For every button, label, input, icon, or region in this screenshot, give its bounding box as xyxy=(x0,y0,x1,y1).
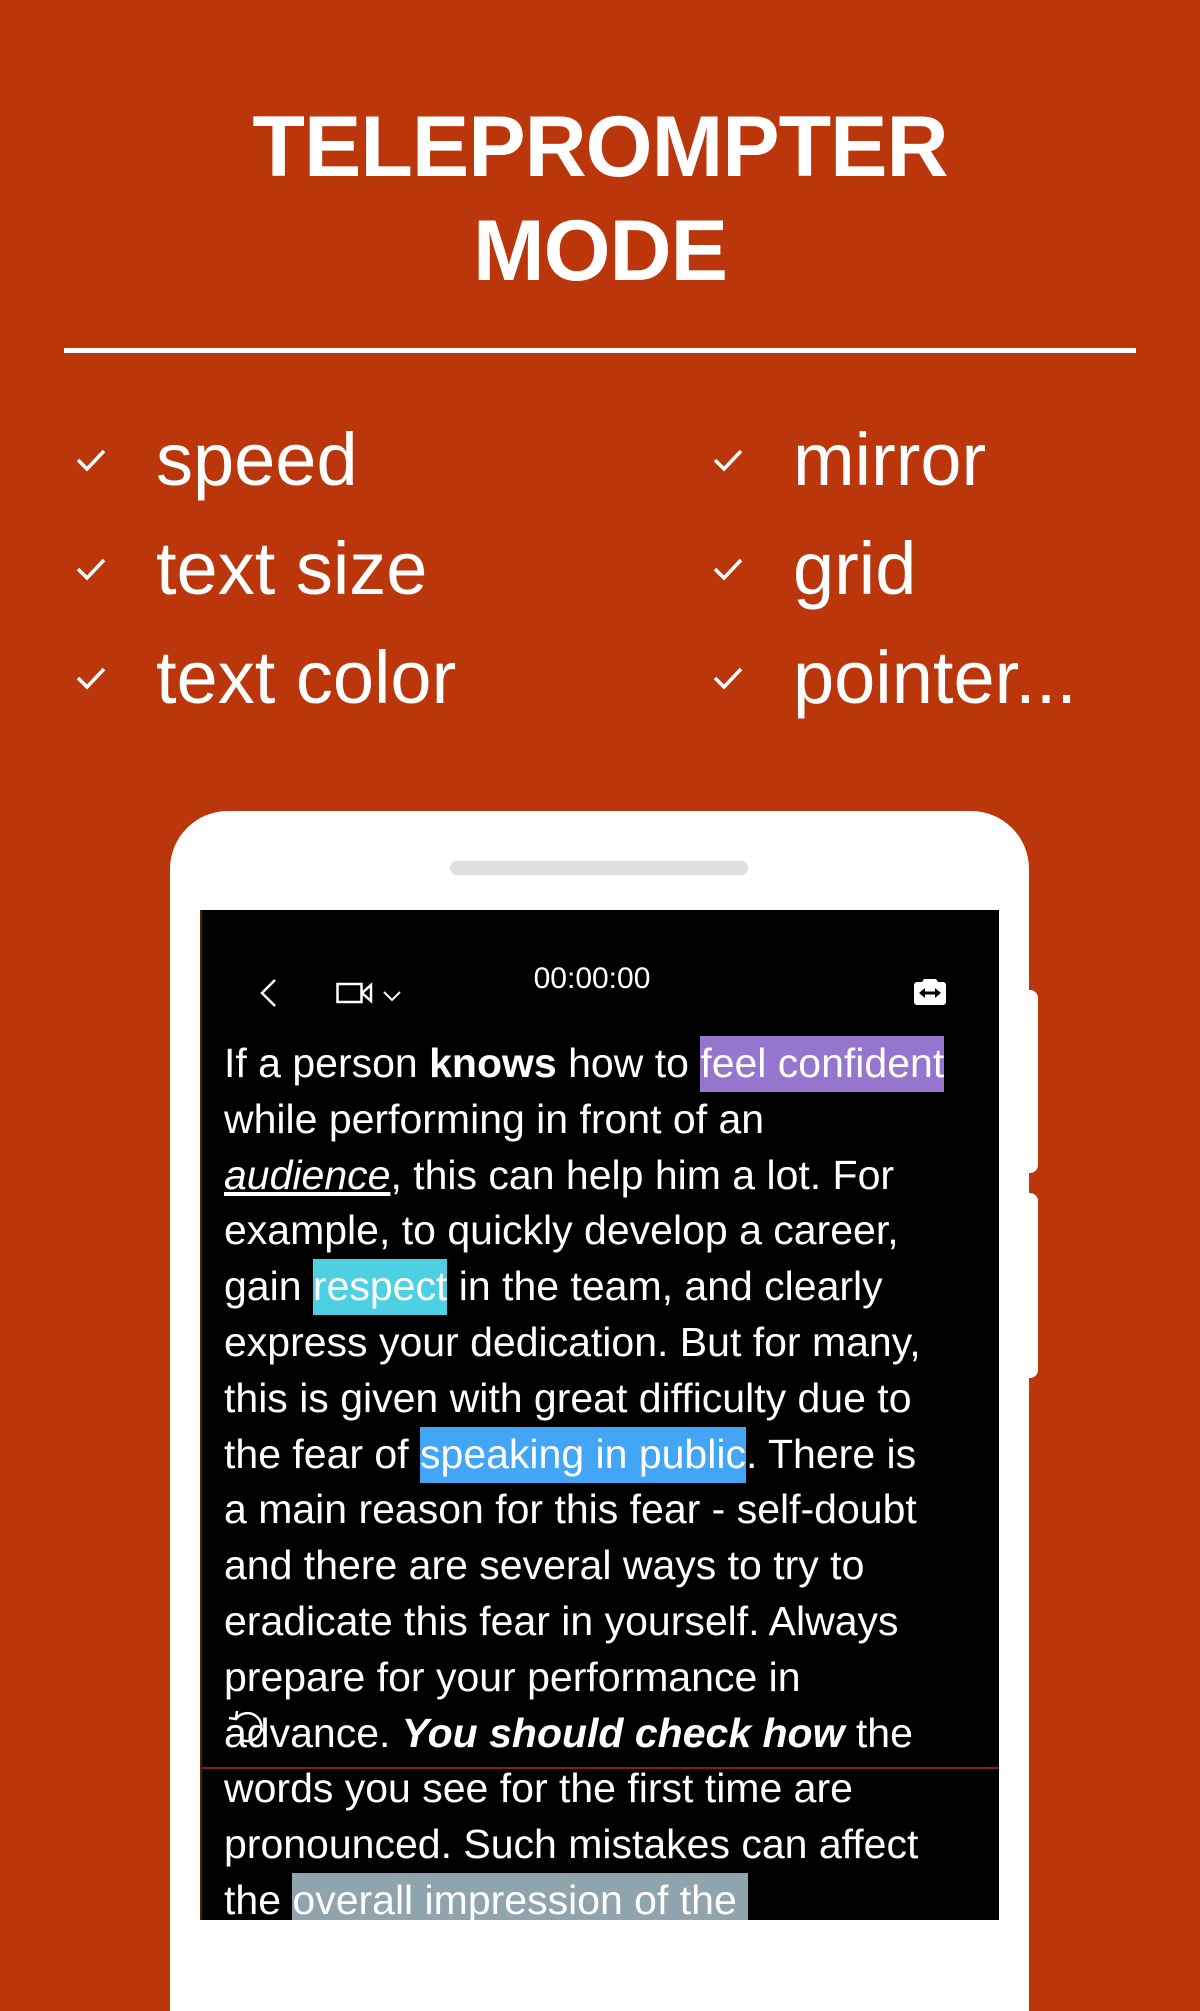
script-line: the overall impression of the xyxy=(224,1872,994,1920)
script-line: and there are several ways to try to xyxy=(224,1542,865,1589)
teleprompter-screen: 00:00:00 If a person knows how to feel c… xyxy=(200,910,999,1920)
feature-item-speed: speed xyxy=(74,405,358,514)
title-divider xyxy=(64,348,1136,353)
check-icon xyxy=(74,663,108,693)
script-line: this is given with great difficulty due … xyxy=(224,1374,912,1421)
feature-label: mirror xyxy=(793,418,987,501)
script-text: the xyxy=(224,1876,293,1920)
check-icon xyxy=(711,554,745,584)
script-line: If a person knows how to feel confident xyxy=(224,1036,994,1092)
feature-label: text size xyxy=(156,527,428,610)
script-text: . There is xyxy=(745,1430,917,1477)
feature-label: speed xyxy=(156,418,358,501)
script-bold: knows xyxy=(429,1040,557,1086)
teleprompter-script[interactable]: If a person knows how to feel confident … xyxy=(224,1036,994,1920)
script-line: example, to quickly develop a career, xyxy=(224,1207,899,1254)
pointer-line xyxy=(202,1767,999,1769)
script-line: express your dedication. But for many, xyxy=(224,1318,921,1365)
script-text: the fear of xyxy=(224,1430,421,1477)
check-icon xyxy=(711,663,745,693)
script-line: words you see for the first time are xyxy=(224,1765,853,1812)
script-line: pronounced. Such mistakes can affect xyxy=(224,1821,919,1868)
feature-label: pointer... xyxy=(793,636,1077,719)
feature-item-mirror: mirror xyxy=(711,405,986,514)
camera-flip-icon[interactable] xyxy=(913,976,947,1011)
script-text: the xyxy=(844,1709,913,1756)
highlight-gray: overall impression of the xyxy=(292,1872,749,1920)
script-line: while performing in front of an xyxy=(224,1095,765,1142)
script-line: prepare for your performance in xyxy=(224,1653,801,1700)
script-text: gain xyxy=(224,1263,313,1310)
feature-item-text-size: text size xyxy=(74,514,427,623)
script-text: If a person xyxy=(224,1040,430,1086)
script-bold-italic: You should check how xyxy=(401,1709,845,1756)
feature-item-pointer: pointer... xyxy=(711,623,1077,732)
script-line: eradicate this fear in yourself. Always xyxy=(224,1597,899,1644)
feature-item-grid: grid xyxy=(711,514,916,623)
script-text: in the team, and clearly xyxy=(447,1263,883,1310)
script-text: how to xyxy=(556,1040,701,1086)
script-italic-underline: audience xyxy=(224,1151,391,1198)
script-line: the fear of speaking in public. There is xyxy=(224,1426,994,1483)
page-title: TELEPROMPTER MODE xyxy=(0,95,1200,303)
title-line-1: TELEPROMPTER xyxy=(252,99,948,195)
feature-item-text-color: text color xyxy=(74,623,456,732)
highlight-purple: feel confident xyxy=(700,1036,945,1092)
script-line: audience, this can help him a lot. For xyxy=(224,1148,994,1204)
check-icon xyxy=(711,445,745,475)
phone-speaker xyxy=(450,861,748,875)
feature-label: grid xyxy=(793,527,917,610)
highlight-cyan: respect xyxy=(312,1259,448,1316)
check-icon xyxy=(74,554,108,584)
recording-timer: 00:00:00 xyxy=(533,962,651,995)
feature-list: speed text size text color mirror grid p… xyxy=(0,405,1200,735)
teleprompter-toolbar: 00:00:00 xyxy=(202,910,999,1030)
highlight-blue: speaking in public xyxy=(420,1426,746,1483)
check-icon xyxy=(74,445,108,475)
title-line-2: MODE xyxy=(473,203,728,299)
script-line: a main reason for this fear - self-doubt xyxy=(224,1486,917,1533)
script-text: , this can help him a lot. For xyxy=(390,1151,895,1198)
script-line: gain respect in the team, and clearly xyxy=(224,1259,994,1316)
feature-label: text color xyxy=(156,636,457,719)
rotate-icon[interactable] xyxy=(226,1707,266,1747)
script-line: advance. You should check how the xyxy=(224,1706,994,1762)
